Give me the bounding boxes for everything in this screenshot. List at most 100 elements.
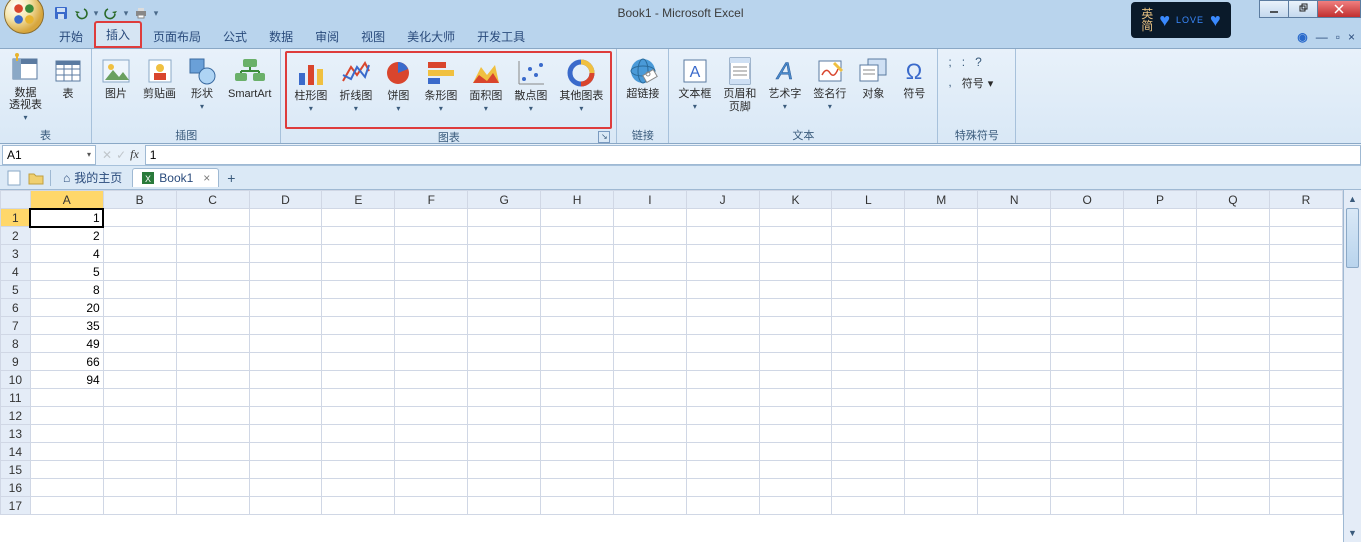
scatter-chart-button[interactable]: 散点图 ▾ [509, 53, 552, 127]
cell-Q7[interactable] [1196, 317, 1269, 335]
cell-I11[interactable] [614, 389, 687, 407]
qat-dropdown-icon[interactable]: ▾ [122, 8, 130, 19]
new-document-icon[interactable] [4, 168, 24, 188]
cell-M16[interactable] [905, 479, 978, 497]
cell-G11[interactable] [468, 389, 541, 407]
pivot-table-button[interactable]: 数据 透视表 ▾ [4, 51, 47, 125]
cell-O10[interactable] [1051, 371, 1124, 389]
symbol-button[interactable]: Ω 符号 [895, 51, 933, 125]
cell-P14[interactable] [1124, 443, 1197, 461]
cell-E16[interactable] [322, 479, 395, 497]
cell-B11[interactable] [103, 389, 176, 407]
cell-Q9[interactable] [1196, 353, 1269, 371]
signature-line-button[interactable]: 签名行 ▾ [808, 51, 851, 125]
cell-C3[interactable] [176, 245, 249, 263]
cell-I1[interactable] [614, 209, 687, 227]
cell-R11[interactable] [1269, 389, 1342, 407]
cell-H9[interactable] [541, 353, 614, 371]
cell-I17[interactable] [614, 497, 687, 515]
cell-C4[interactable] [176, 263, 249, 281]
cell-D16[interactable] [249, 479, 322, 497]
cell-H4[interactable] [541, 263, 614, 281]
cell-O16[interactable] [1051, 479, 1124, 497]
cell-I10[interactable] [614, 371, 687, 389]
cell-C10[interactable] [176, 371, 249, 389]
row-header[interactable]: 16 [1, 479, 31, 497]
cell-P1[interactable] [1124, 209, 1197, 227]
cell-R9[interactable] [1269, 353, 1342, 371]
cell-N14[interactable] [978, 443, 1051, 461]
row-header[interactable]: 13 [1, 425, 31, 443]
tab-formulas[interactable]: 公式 [212, 24, 258, 48]
cell-L1[interactable] [832, 209, 905, 227]
cell-P9[interactable] [1124, 353, 1197, 371]
cell-I13[interactable] [614, 425, 687, 443]
cell-L17[interactable] [832, 497, 905, 515]
cell-D11[interactable] [249, 389, 322, 407]
cell-R5[interactable] [1269, 281, 1342, 299]
cell-J13[interactable] [686, 425, 759, 443]
cell-R3[interactable] [1269, 245, 1342, 263]
cell-Q10[interactable] [1196, 371, 1269, 389]
cell-J11[interactable] [686, 389, 759, 407]
cell-L7[interactable] [832, 317, 905, 335]
cell-N9[interactable] [978, 353, 1051, 371]
row-header[interactable]: 4 [1, 263, 31, 281]
cell-M4[interactable] [905, 263, 978, 281]
mdi-minimize-icon[interactable]: — [1316, 30, 1328, 44]
cell-L13[interactable] [832, 425, 905, 443]
column-header[interactable]: K [759, 191, 832, 209]
cell-R14[interactable] [1269, 443, 1342, 461]
cell-K3[interactable] [759, 245, 832, 263]
cell-K12[interactable] [759, 407, 832, 425]
cell-B4[interactable] [103, 263, 176, 281]
cell-B7[interactable] [103, 317, 176, 335]
cell-A5[interactable]: 8 [30, 281, 103, 299]
symbols-row-1[interactable]: ;:? [942, 51, 1011, 71]
cell-L8[interactable] [832, 335, 905, 353]
cell-M1[interactable] [905, 209, 978, 227]
qat-undo-icon[interactable] [72, 4, 90, 22]
column-header[interactable]: E [322, 191, 395, 209]
cell-F6[interactable] [395, 299, 468, 317]
cell-G2[interactable] [468, 227, 541, 245]
cell-O6[interactable] [1051, 299, 1124, 317]
cell-A15[interactable] [30, 461, 103, 479]
cell-L3[interactable] [832, 245, 905, 263]
cell-C15[interactable] [176, 461, 249, 479]
cell-C16[interactable] [176, 479, 249, 497]
cell-A9[interactable]: 66 [30, 353, 103, 371]
cell-F5[interactable] [395, 281, 468, 299]
row-header[interactable]: 3 [1, 245, 31, 263]
column-header[interactable]: L [832, 191, 905, 209]
cell-I5[interactable] [614, 281, 687, 299]
column-header[interactable]: I [614, 191, 687, 209]
cell-N6[interactable] [978, 299, 1051, 317]
cell-G16[interactable] [468, 479, 541, 497]
close-tab-icon[interactable]: × [203, 171, 210, 185]
cell-O8[interactable] [1051, 335, 1124, 353]
cell-H12[interactable] [541, 407, 614, 425]
cell-J1[interactable] [686, 209, 759, 227]
cell-J9[interactable] [686, 353, 759, 371]
cell-M5[interactable] [905, 281, 978, 299]
cell-D3[interactable] [249, 245, 322, 263]
cell-F13[interactable] [395, 425, 468, 443]
cell-N16[interactable] [978, 479, 1051, 497]
cell-C17[interactable] [176, 497, 249, 515]
cell-F9[interactable] [395, 353, 468, 371]
cell-D14[interactable] [249, 443, 322, 461]
cell-E8[interactable] [322, 335, 395, 353]
cell-I7[interactable] [614, 317, 687, 335]
row-header[interactable]: 17 [1, 497, 31, 515]
cell-P13[interactable] [1124, 425, 1197, 443]
ime-indicator[interactable]: 英 简 ♥ LOVE ♥ [1131, 2, 1231, 38]
cell-F14[interactable] [395, 443, 468, 461]
cell-Q5[interactable] [1196, 281, 1269, 299]
cell-Q11[interactable] [1196, 389, 1269, 407]
cell-Q12[interactable] [1196, 407, 1269, 425]
cell-L6[interactable] [832, 299, 905, 317]
cell-J6[interactable] [686, 299, 759, 317]
cell-G3[interactable] [468, 245, 541, 263]
row-header[interactable]: 9 [1, 353, 31, 371]
